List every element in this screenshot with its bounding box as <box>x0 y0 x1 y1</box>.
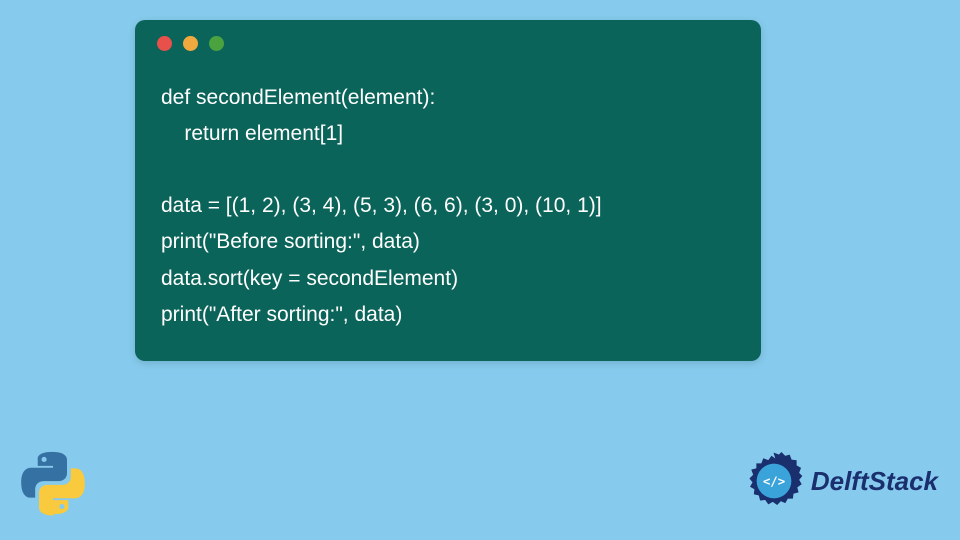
code-window: def secondElement(element): return eleme… <box>135 20 761 361</box>
minimize-dot-icon <box>183 36 198 51</box>
svg-text:</>: </> <box>763 473 785 488</box>
code-content: def secondElement(element): return eleme… <box>135 66 761 361</box>
python-logo-icon <box>18 448 88 518</box>
delftstack-label: DelftStack <box>811 466 938 497</box>
maximize-dot-icon <box>209 36 224 51</box>
window-title-bar <box>135 20 761 66</box>
delftstack-logo: </> DelftStack <box>743 450 938 512</box>
close-dot-icon <box>157 36 172 51</box>
delftstack-gear-icon: </> <box>743 450 805 512</box>
